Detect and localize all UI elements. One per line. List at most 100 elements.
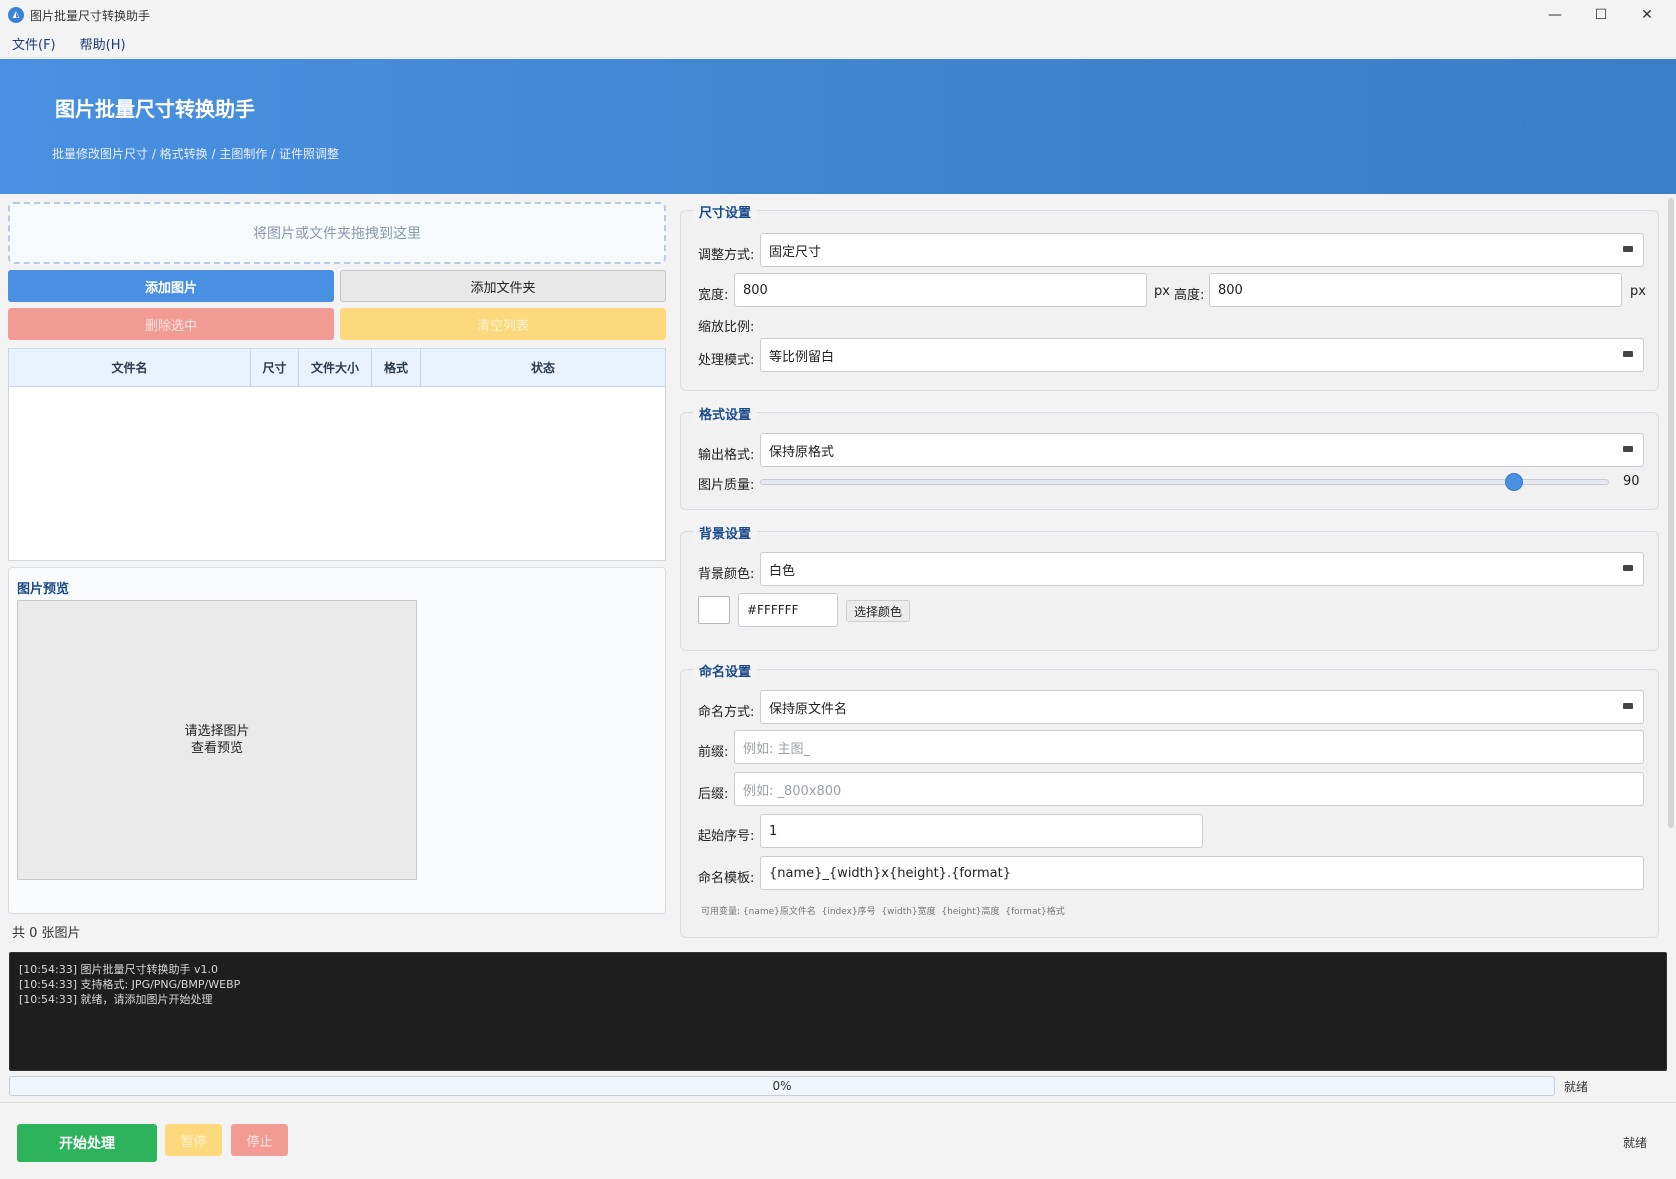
header-subtitle: 批量修改图片尺寸 / 格式转换 / 主图制作 / 证件照调整 — [52, 147, 340, 161]
header-title: 图片批量尺寸转换助手 — [55, 97, 255, 121]
output-format-select[interactable]: 保持原格式 — [760, 433, 1644, 467]
hex-color-input[interactable]: #FFFFFF — [738, 593, 838, 627]
background-settings-title: 背景设置 — [693, 523, 758, 542]
column-format[interactable]: 格式 — [372, 349, 421, 386]
prefix-placeholder: 例如: 主图_ — [743, 741, 811, 757]
file-table[interactable]: 文件名 尺寸 文件大小 格式 状态 — [8, 348, 666, 561]
add-images-button[interactable]: 添加图片 — [8, 270, 334, 302]
window-title: 图片批量尺寸转换助手 — [30, 8, 151, 23]
table-header: 文件名 尺寸 文件大小 格式 状态 — [9, 349, 665, 387]
choose-color-button[interactable]: 选择颜色 — [846, 600, 910, 622]
menu-file[interactable]: 文件(F) — [0, 34, 68, 53]
delete-selected-button[interactable]: 删除选中 — [8, 308, 334, 340]
minimize-icon: — — [1548, 7, 1562, 23]
pause-button[interactable]: 暂停 — [165, 1124, 222, 1156]
preview-placeholder-line2: 查看预览 — [190, 741, 243, 756]
stop-button[interactable]: 停止 — [231, 1124, 288, 1156]
color-swatch[interactable] — [698, 596, 730, 624]
close-button[interactable]: ✕ — [1624, 0, 1670, 30]
column-status[interactable]: 状态 — [421, 349, 665, 386]
bg-color-select[interactable]: 白色 — [760, 552, 1644, 586]
divider — [0, 1102, 1676, 1103]
naming-mode-select[interactable]: 保持原文件名 — [760, 690, 1644, 724]
height-input[interactable]: 800 — [1209, 273, 1622, 307]
maximize-icon: ☐ — [1594, 7, 1608, 23]
preview-panel: 图片预览 请选择图片 查看预览 — [8, 567, 666, 914]
log-line: [10:54:33] 支持格式: JPG/PNG/BMP/WEBP — [19, 978, 241, 991]
width-unit: px — [1154, 284, 1170, 299]
process-mode-value: 等比例留白 — [769, 349, 835, 365]
start-index-input[interactable]: 1 — [760, 814, 1203, 848]
header-banner: 图片批量尺寸转换助手 批量修改图片尺寸 / 格式转换 / 主图制作 / 证件照调… — [0, 59, 1676, 194]
clear-list-button[interactable]: 清空列表 — [340, 308, 666, 340]
log-line: [10:54:33] 图片批量尺寸转换助手 v1.0 — [19, 963, 218, 976]
quality-slider[interactable] — [760, 479, 1609, 485]
suffix-input[interactable]: 例如: _800x800 — [734, 772, 1644, 806]
template-input[interactable]: {name}_{width}x{height}.{format} — [760, 856, 1644, 890]
settings-scrollbar[interactable] — [1668, 198, 1674, 828]
process-mode-select[interactable]: 等比例留白 — [760, 338, 1644, 372]
title-bar: ◭ 图片批量尺寸转换助手 — ☐ ✕ — [0, 0, 1676, 30]
width-input[interactable]: 800 — [734, 273, 1147, 307]
dropdown-icon — [1623, 703, 1633, 709]
menu-help[interactable]: 帮助(H) — [68, 34, 138, 53]
variables-hint: 可用变量: {name}原文件名 {index}序号 {width}宽度 {he… — [701, 907, 1065, 917]
column-filesize[interactable]: 文件大小 — [299, 349, 372, 386]
log-console: [10:54:33] 图片批量尺寸转换助手 v1.0 [10:54:33] 支持… — [9, 952, 1667, 1071]
settings-panel: 尺寸设置 调整方式: 固定尺寸 宽度: 800 px 高度: 800 px 缩放… — [680, 198, 1660, 938]
naming-settings-title: 命名设置 — [693, 661, 758, 680]
template-value: {name}_{width}x{height}.{format} — [769, 865, 1012, 881]
naming-mode-label: 命名方式: — [698, 705, 755, 720]
status-bar-text: 就绪 — [1623, 1136, 1648, 1150]
dropdown-icon — [1623, 246, 1633, 252]
size-settings-title: 尺寸设置 — [693, 202, 758, 221]
suffix-placeholder: 例如: _800x800 — [743, 783, 842, 799]
hex-color-value: #FFFFFF — [747, 603, 799, 617]
quality-value: 90 — [1623, 474, 1640, 489]
start-index-value: 1 — [769, 823, 778, 839]
naming-mode-value: 保持原文件名 — [769, 701, 848, 717]
height-label: 高度: — [1174, 288, 1205, 303]
start-button[interactable]: 开始处理 — [17, 1124, 157, 1162]
output-format-label: 输出格式: — [698, 448, 755, 463]
naming-settings-group: 命名设置 命名方式: 保持原文件名 前缀: 例如: 主图_ 后缀: 例如: _8… — [680, 661, 1659, 938]
format-settings-group: 格式设置 输出格式: 保持原格式 图片质量: 90 — [680, 404, 1659, 510]
template-label: 命名模板: — [698, 871, 755, 886]
height-value: 800 — [1218, 282, 1243, 298]
preview-placeholder-line1: 请选择图片 — [184, 724, 250, 739]
background-settings-group: 背景设置 背景颜色: 白色 #FFFFFF 选择颜色 — [680, 523, 1659, 651]
drop-zone[interactable]: 将图片或文件夹拖拽到这里 — [8, 202, 666, 264]
resize-mode-select[interactable]: 固定尺寸 — [760, 233, 1644, 267]
progress-status: 就绪 — [1564, 1080, 1589, 1094]
dropdown-icon — [1623, 446, 1633, 452]
width-label: 宽度: — [698, 288, 729, 303]
quality-label: 图片质量: — [698, 478, 755, 493]
app-icon: ◭ — [8, 7, 24, 23]
format-settings-title: 格式设置 — [693, 404, 758, 423]
preview-title: 图片预览 — [17, 582, 70, 597]
minimize-button[interactable]: — — [1532, 0, 1578, 30]
process-mode-label: 处理模式: — [698, 353, 755, 368]
column-filename[interactable]: 文件名 — [9, 349, 251, 386]
dropdown-icon — [1623, 351, 1633, 357]
maximize-button[interactable]: ☐ — [1578, 0, 1624, 30]
bg-color-label: 背景颜色: — [698, 567, 755, 582]
log-line: [10:54:33] 就绪，请添加图片开始处理 — [19, 993, 213, 1006]
width-value: 800 — [743, 282, 768, 298]
resize-mode-value: 固定尺寸 — [769, 244, 822, 260]
prefix-input[interactable]: 例如: 主图_ — [734, 730, 1644, 764]
dropdown-icon — [1623, 565, 1633, 571]
resize-mode-label: 调整方式: — [698, 248, 755, 263]
progress-percent: 0% — [772, 1079, 792, 1093]
progress-bar: 0% — [9, 1076, 1555, 1096]
size-settings-group: 尺寸设置 调整方式: 固定尺寸 宽度: 800 px 高度: 800 px 缩放… — [680, 202, 1659, 391]
bg-color-value: 白色 — [769, 563, 796, 579]
quality-slider-handle[interactable] — [1504, 473, 1523, 491]
column-size[interactable]: 尺寸 — [251, 349, 299, 386]
image-count: 共 0 张图片 — [12, 926, 81, 941]
menu-bar: 文件(F) 帮助(H) — [0, 30, 1676, 58]
add-folder-button[interactable]: 添加文件夹 — [340, 270, 666, 302]
height-unit: px — [1630, 284, 1646, 299]
output-format-value: 保持原格式 — [769, 444, 835, 460]
suffix-label: 后缀: — [698, 787, 729, 802]
